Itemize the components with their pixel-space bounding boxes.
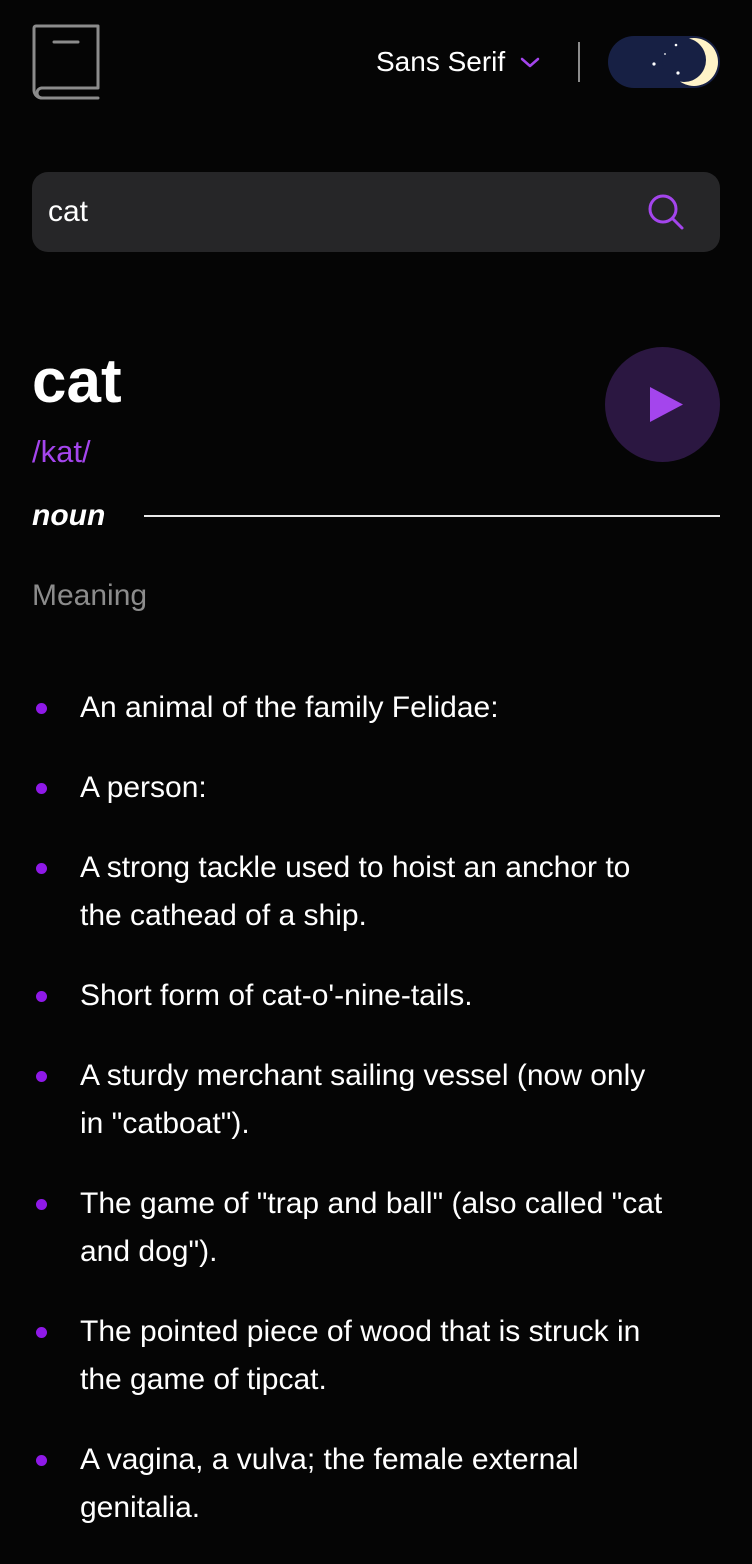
bullet-icon — [36, 783, 47, 794]
definition-item: A vagina, a vulva; the female external g… — [32, 1436, 672, 1532]
definition-text: Short form of cat-o'-nine-tails. — [80, 979, 473, 1012]
search-bar — [32, 172, 720, 252]
font-selector-label: Sans Serif — [376, 46, 506, 77]
book-icon[interactable] — [32, 24, 100, 100]
definition-item: The game of "trap and ball" (also called… — [32, 1180, 672, 1276]
word-title: cat — [32, 347, 122, 416]
definition-text: An animal of the family Felidae: — [80, 691, 499, 724]
play-audio-button[interactable] — [605, 347, 720, 462]
search-input[interactable] — [48, 172, 628, 252]
theme-toggle[interactable] — [608, 36, 720, 88]
bullet-icon — [36, 703, 47, 714]
definition-text: A person: — [80, 771, 207, 804]
definition-text: A sturdy merchant sailing vessel (now on… — [80, 1059, 646, 1140]
definition-text: A strong tackle used to hoist an anchor … — [80, 851, 631, 932]
bullet-icon — [36, 1327, 47, 1338]
bullet-icon — [36, 863, 47, 874]
bullet-icon — [36, 991, 47, 1002]
bullet-icon — [36, 1455, 47, 1466]
definition-item: Short form of cat-o'-nine-tails. — [32, 972, 672, 1020]
definition-item: The pointed piece of wood that is struck… — [32, 1308, 672, 1404]
definition-item: A sturdy merchant sailing vessel (now on… — [32, 1052, 672, 1148]
part-of-speech: noun — [32, 499, 106, 532]
chevron-down-icon — [520, 57, 540, 68]
font-selector[interactable]: Sans Serif — [376, 38, 541, 86]
search-icon[interactable] — [646, 192, 686, 232]
header-divider — [578, 42, 580, 82]
moon-icon — [652, 38, 718, 86]
meaning-heading: Meaning — [32, 579, 148, 612]
definition-text: The game of "trap and ball" (also called… — [80, 1187, 663, 1268]
definition-text: A vagina, a vulva; the female external g… — [80, 1443, 579, 1524]
play-icon — [650, 387, 683, 422]
definition-item: An animal of the family Felidae: — [32, 684, 672, 732]
bullet-icon — [36, 1071, 47, 1082]
definition-list: An animal of the family Felidae: A perso… — [32, 684, 672, 1564]
part-of-speech-divider — [144, 515, 720, 517]
header: Sans Serif — [32, 24, 720, 100]
definition-item: A person: — [32, 764, 672, 812]
bullet-icon — [36, 1199, 47, 1210]
definition-item: A strong tackle used to hoist an anchor … — [32, 844, 672, 940]
phonetic: /kat/ — [32, 434, 91, 469]
definition-text: The pointed piece of wood that is struck… — [80, 1315, 641, 1396]
